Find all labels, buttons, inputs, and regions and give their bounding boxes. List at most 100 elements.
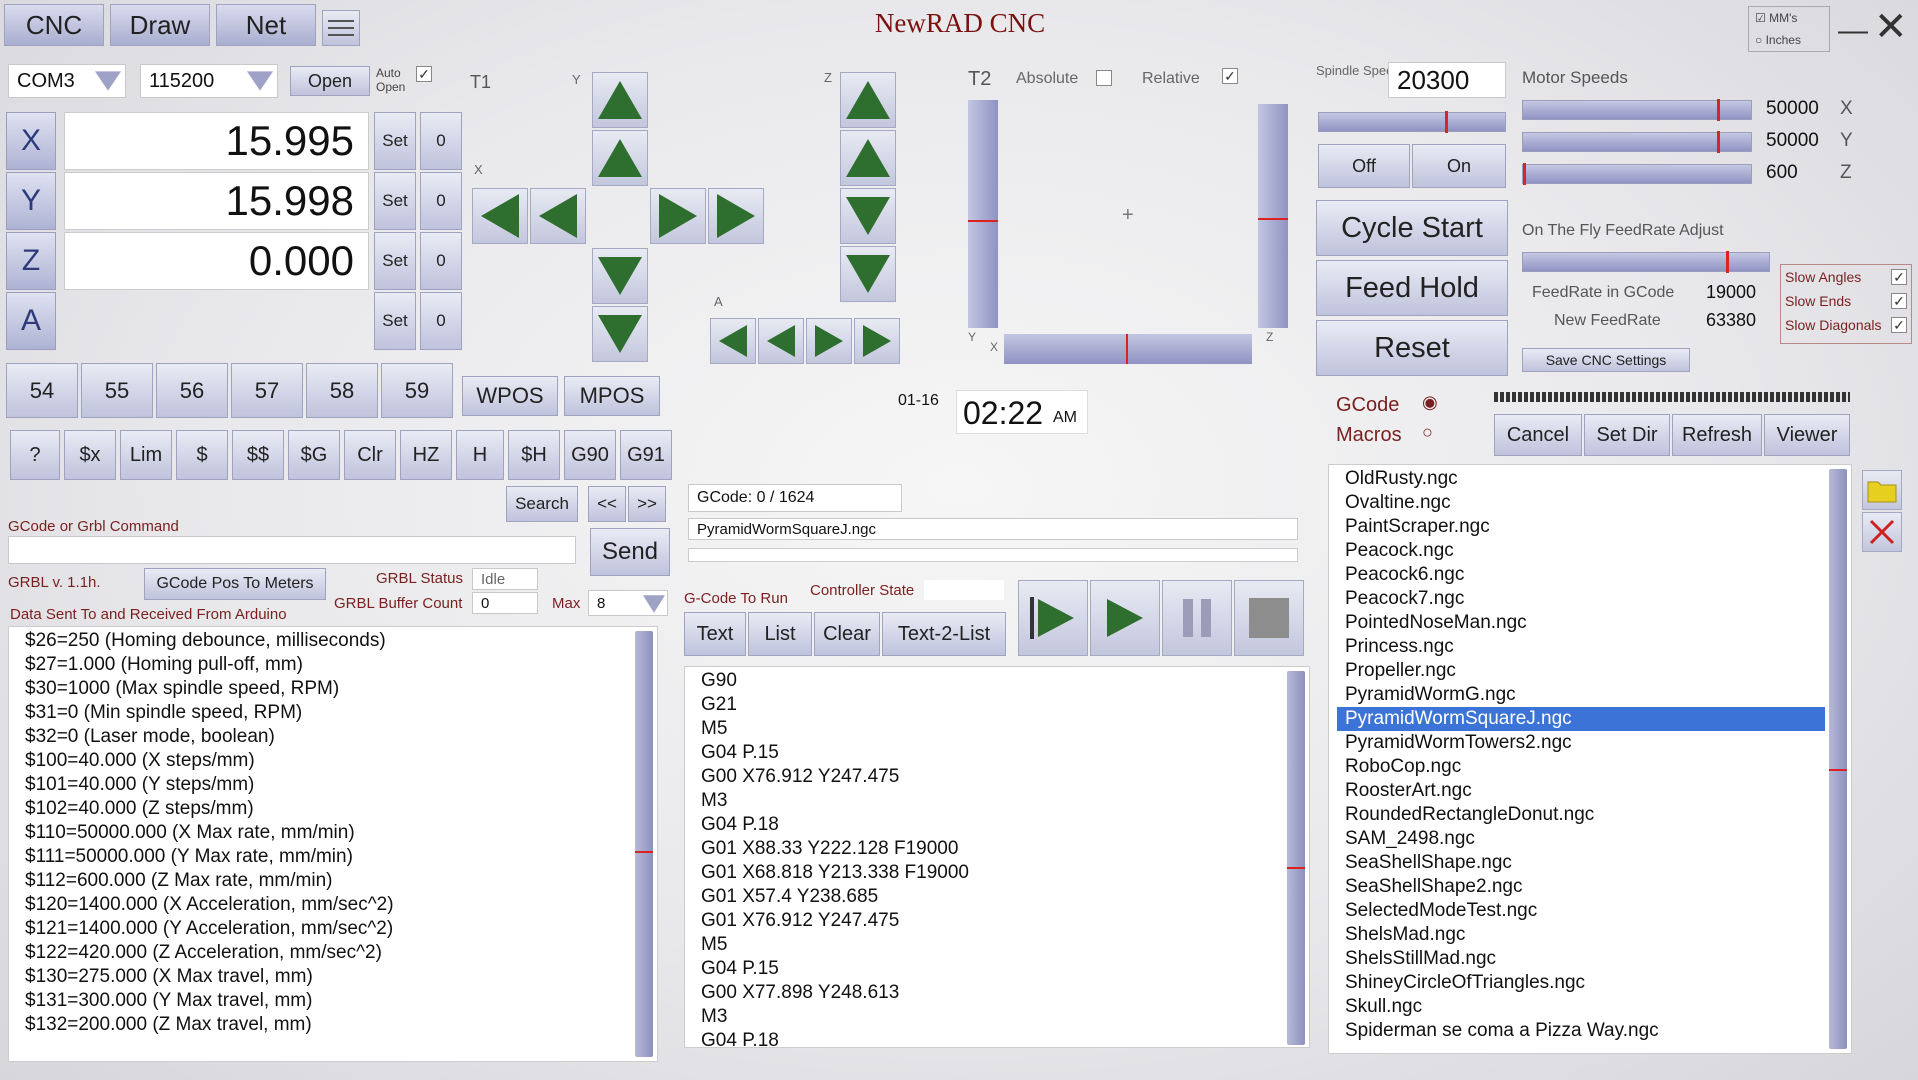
slow-angles-checkbox[interactable]: ✓	[1891, 269, 1907, 285]
gcode-scrollbar[interactable]	[1287, 671, 1305, 1045]
feed-hold-button[interactable]: Feed Hold	[1316, 260, 1508, 316]
cmd-query-button[interactable]: ?	[10, 430, 60, 480]
wpos-button[interactable]: WPOS	[462, 376, 558, 416]
gcode-list[interactable]: G90 G21 M5 G04 P.15 G00 X76.912 Y247.475 M3 G0…	[684, 666, 1310, 1048]
gcode-clear-button[interactable]: Clear	[814, 612, 880, 656]
close-icon[interactable]: ✕	[1874, 4, 1908, 50]
file-item[interactable]: SeaShellShape2.ngc	[1337, 875, 1851, 899]
jog-a-minus-button[interactable]	[758, 318, 804, 364]
file-item[interactable]: Peacock7.ngc	[1337, 587, 1851, 611]
jog-z-minus-button[interactable]	[840, 188, 896, 244]
file-item[interactable]: Spiderman se coma a Pizza Way.ngc	[1337, 1019, 1851, 1043]
auto-open-checkbox[interactable]: ✓	[416, 66, 432, 82]
t2-y-slider[interactable]	[968, 100, 998, 328]
jog-x-plus-fast-button[interactable]	[708, 188, 764, 244]
gcode-line[interactable]: G04 P.18	[693, 1029, 1309, 1047]
file-item[interactable]: ShineyCircleOfTriangles.ngc	[1337, 971, 1851, 995]
jog-a-plus-button[interactable]	[806, 318, 852, 364]
slow-ends-checkbox[interactable]: ✓	[1891, 293, 1907, 309]
t2-z-slider[interactable]	[1258, 104, 1288, 328]
cmd-home-button[interactable]: $H	[508, 430, 560, 480]
run-step-button[interactable]	[1018, 580, 1088, 656]
delete-button[interactable]	[1862, 512, 1902, 552]
absolute-checkbox[interactable]	[1096, 70, 1112, 86]
file-item[interactable]: Peacock6.ngc	[1337, 563, 1851, 587]
file-list[interactable]: OldRusty.ngc Ovaltine.ngc PaintScraper.ngc…	[1328, 464, 1852, 1054]
wcs-57-button[interactable]: 57	[231, 363, 303, 418]
jog-z-minus-fast-button[interactable]	[840, 246, 896, 302]
jog-y-minus-button[interactable]	[592, 248, 648, 304]
spindle-speed-value[interactable]: 20300	[1388, 62, 1506, 98]
spindle-slider[interactable]	[1318, 111, 1506, 133]
zero-a-button[interactable]: 0	[420, 292, 462, 350]
refresh-button[interactable]: Refresh	[1672, 414, 1762, 456]
file-item[interactable]: SelectedModeTest.ngc	[1337, 899, 1851, 923]
motor-speed-slider[interactable]	[1522, 131, 1752, 153]
save-settings-button[interactable]: Save CNC Settings	[1522, 348, 1690, 372]
motor-speed-slider[interactable]	[1522, 163, 1752, 185]
file-item[interactable]: Skull.ngc	[1337, 995, 1851, 1019]
tab-net[interactable]: Net	[216, 4, 316, 46]
gcode-line[interactable]: G04 P.15	[693, 957, 1309, 981]
spindle-off-button[interactable]: Off	[1318, 144, 1410, 188]
file-item[interactable]: RoundedRectangleDonut.ngc	[1337, 803, 1851, 827]
gcode-line[interactable]: G90	[693, 669, 1309, 693]
file-item[interactable]: OldRusty.ngc	[1337, 467, 1851, 491]
wcs-56-button[interactable]: 56	[156, 363, 228, 418]
file-item[interactable]: SAM_2498.ngc	[1337, 827, 1851, 851]
gcode-radio[interactable]: ◉	[1422, 392, 1438, 413]
set-x-button[interactable]: Set	[374, 112, 416, 170]
zero-y-button[interactable]: 0	[420, 172, 462, 230]
file-item[interactable]: ShelsStillMad.ngc	[1337, 947, 1851, 971]
gcode-text2list-button[interactable]: Text-2-List	[882, 612, 1006, 656]
t2-pad[interactable]: +	[1004, 100, 1252, 328]
jog-y-plus-button[interactable]	[592, 130, 648, 186]
menu-icon[interactable]	[322, 10, 360, 46]
gcode-line[interactable]: G01 X68.818 Y213.338 F19000	[693, 861, 1309, 885]
cycle-start-button[interactable]: Cycle Start	[1316, 200, 1508, 256]
stop-button[interactable]	[1234, 580, 1304, 656]
wcs-54-button[interactable]: 54	[6, 363, 78, 418]
gcode-list-button[interactable]: List	[748, 612, 812, 656]
gcode-line[interactable]: G00 X76.912 Y247.475	[693, 765, 1309, 789]
gcode-text-button[interactable]: Text	[684, 612, 746, 656]
reset-button[interactable]: Reset	[1316, 320, 1508, 376]
gcode-line[interactable]: G00 X77.898 Y248.613	[693, 981, 1309, 1005]
wcs-55-button[interactable]: 55	[81, 363, 153, 418]
file-item[interactable]: RoboCop.ngc	[1337, 755, 1851, 779]
cmd-clr-button[interactable]: Clr	[344, 430, 396, 480]
relative-checkbox[interactable]: ✓	[1222, 68, 1238, 84]
cmd-settings-button[interactable]: $$	[232, 430, 284, 480]
zero-z-button[interactable]: 0	[420, 232, 462, 290]
wcs-58-button[interactable]: 58	[306, 363, 378, 418]
gcode-line[interactable]: G04 P.15	[693, 741, 1309, 765]
set-y-button[interactable]: Set	[374, 172, 416, 230]
cmd-hz-button[interactable]: HZ	[400, 430, 452, 480]
minimize-icon[interactable]: —	[1838, 14, 1868, 48]
grbl-max-select[interactable]: 8	[588, 590, 668, 616]
gcode-to-meters-button[interactable]: GCode Pos To Meters	[144, 568, 326, 600]
macros-radio[interactable]: ○	[1422, 422, 1433, 443]
open-button[interactable]: Open	[290, 66, 370, 96]
file-item[interactable]: Princess.ngc	[1337, 635, 1851, 659]
motor-speed-slider[interactable]	[1522, 99, 1752, 121]
jog-y-minus-fast-button[interactable]	[592, 306, 648, 362]
units-inches[interactable]: ○ Inches	[1755, 33, 1801, 47]
wcs-59-button[interactable]: 59	[381, 363, 453, 418]
gcode-line[interactable]: G01 X88.33 Y222.128 F19000	[693, 837, 1309, 861]
cmd-lim-button[interactable]: Lim	[120, 430, 172, 480]
file-item[interactable]: PointedNoseMan.ngc	[1337, 611, 1851, 635]
jog-a-plus-fast-button[interactable]	[854, 318, 900, 364]
console-scrollbar[interactable]	[635, 631, 653, 1057]
jog-x-minus-button[interactable]	[530, 188, 586, 244]
file-item[interactable]: PyramidWormTowers2.ngc	[1337, 731, 1851, 755]
spindle-on-button[interactable]: On	[1412, 144, 1506, 188]
set-dir-button[interactable]: Set Dir	[1584, 414, 1670, 456]
file-item[interactable]: Ovaltine.ngc	[1337, 491, 1851, 515]
slow-diagonals-checkbox[interactable]: ✓	[1891, 317, 1907, 333]
run-button[interactable]	[1090, 580, 1160, 656]
file-item[interactable]: Peacock.ngc	[1337, 539, 1851, 563]
gcode-line[interactable]: M5	[693, 717, 1309, 741]
file-item[interactable]: PyramidWormSquareJ.ngc	[1337, 707, 1825, 731]
cmd-x-button[interactable]: $x	[64, 430, 116, 480]
